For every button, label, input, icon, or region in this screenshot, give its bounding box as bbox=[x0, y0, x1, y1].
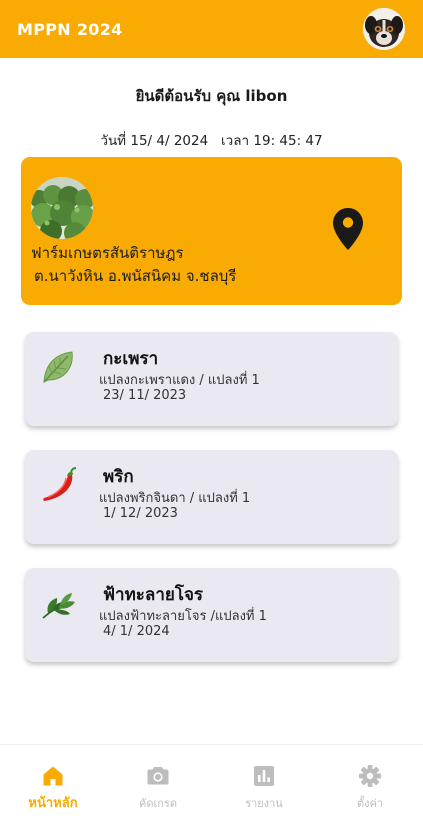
location-pin-icon[interactable] bbox=[332, 207, 364, 251]
nav-report[interactable]: รายงาน bbox=[219, 745, 309, 827]
bottom-nav: หน้าหลัก คัดเกรด รายงาน ตั้งค่า bbox=[0, 744, 423, 827]
nav-home-label: หน้าหลัก bbox=[28, 796, 78, 811]
camera-icon bbox=[147, 767, 169, 785]
nav-settings-label: ตั้งค่า bbox=[356, 797, 384, 810]
app-title: MPPN 2024 bbox=[17, 19, 123, 39]
plot-date: 4/ 1/ 2024 bbox=[103, 624, 170, 639]
farm-photo-icon bbox=[31, 177, 93, 239]
dog-avatar-icon bbox=[363, 8, 405, 50]
gear-icon bbox=[359, 765, 381, 787]
report-chart-icon bbox=[254, 766, 274, 786]
plot-name: ฟ้าทะลายโจร bbox=[103, 585, 204, 605]
nav-grading[interactable]: คัดเกรด bbox=[113, 745, 203, 827]
plot-subtitle: แปลงพริกจินดา / แปลงที่ 1 bbox=[99, 491, 251, 506]
plot-card-basil[interactable]: กะเพรา แปลงกะเพราแดง / แปลงที่ 1 23/ 11/… bbox=[25, 332, 398, 426]
nav-report-label: รายงาน bbox=[245, 797, 283, 810]
avatar[interactable] bbox=[363, 8, 405, 50]
basil-leaf-icon bbox=[43, 351, 73, 383]
farm-location: ต.นาวังหิน อ.พนัสนิคม จ.ชลบุรี bbox=[34, 267, 237, 285]
chili-icon bbox=[43, 467, 77, 501]
plot-name: พริก bbox=[103, 467, 134, 487]
farm-card[interactable]: ฟาร์มเกษตรสันติราษฎร ต.นาวังหิน อ.พนัสนิ… bbox=[21, 157, 402, 305]
nav-settings[interactable]: ตั้งค่า bbox=[325, 745, 415, 827]
plot-name: กะเพรา bbox=[103, 349, 159, 369]
farm-photo bbox=[31, 177, 93, 239]
home-icon bbox=[43, 766, 63, 786]
nav-home[interactable]: หน้าหลัก bbox=[8, 745, 98, 827]
plot-subtitle: แปลงฟ้าทะลายโจร /แปลงที่ 1 bbox=[99, 609, 267, 624]
plot-date: 23/ 11/ 2023 bbox=[103, 388, 187, 403]
plot-date: 1/ 12/ 2023 bbox=[103, 506, 178, 521]
plot-card-chili[interactable]: พริก แปลงพริกจินดา / แปลงที่ 1 1/ 12/ 20… bbox=[25, 450, 398, 544]
app-bar: MPPN 2024 bbox=[0, 0, 423, 58]
herb-icon bbox=[42, 593, 75, 619]
greeting-text: ยินดีต้อนรับ คุณ libon bbox=[135, 87, 288, 105]
nav-grading-label: คัดเกรด bbox=[139, 797, 177, 810]
date-time-text: วันที่ 15/ 4/ 2024 เวลา 19: 45: 47 bbox=[100, 133, 323, 149]
plot-card-andrographis[interactable]: ฟ้าทะลายโจร แปลงฟ้าทะลายโจร /แปลงที่ 1 4… bbox=[25, 568, 398, 662]
plot-subtitle: แปลงกะเพราแดง / แปลงที่ 1 bbox=[99, 373, 260, 388]
farm-name: ฟาร์มเกษตรสันติราษฎร bbox=[31, 244, 184, 262]
